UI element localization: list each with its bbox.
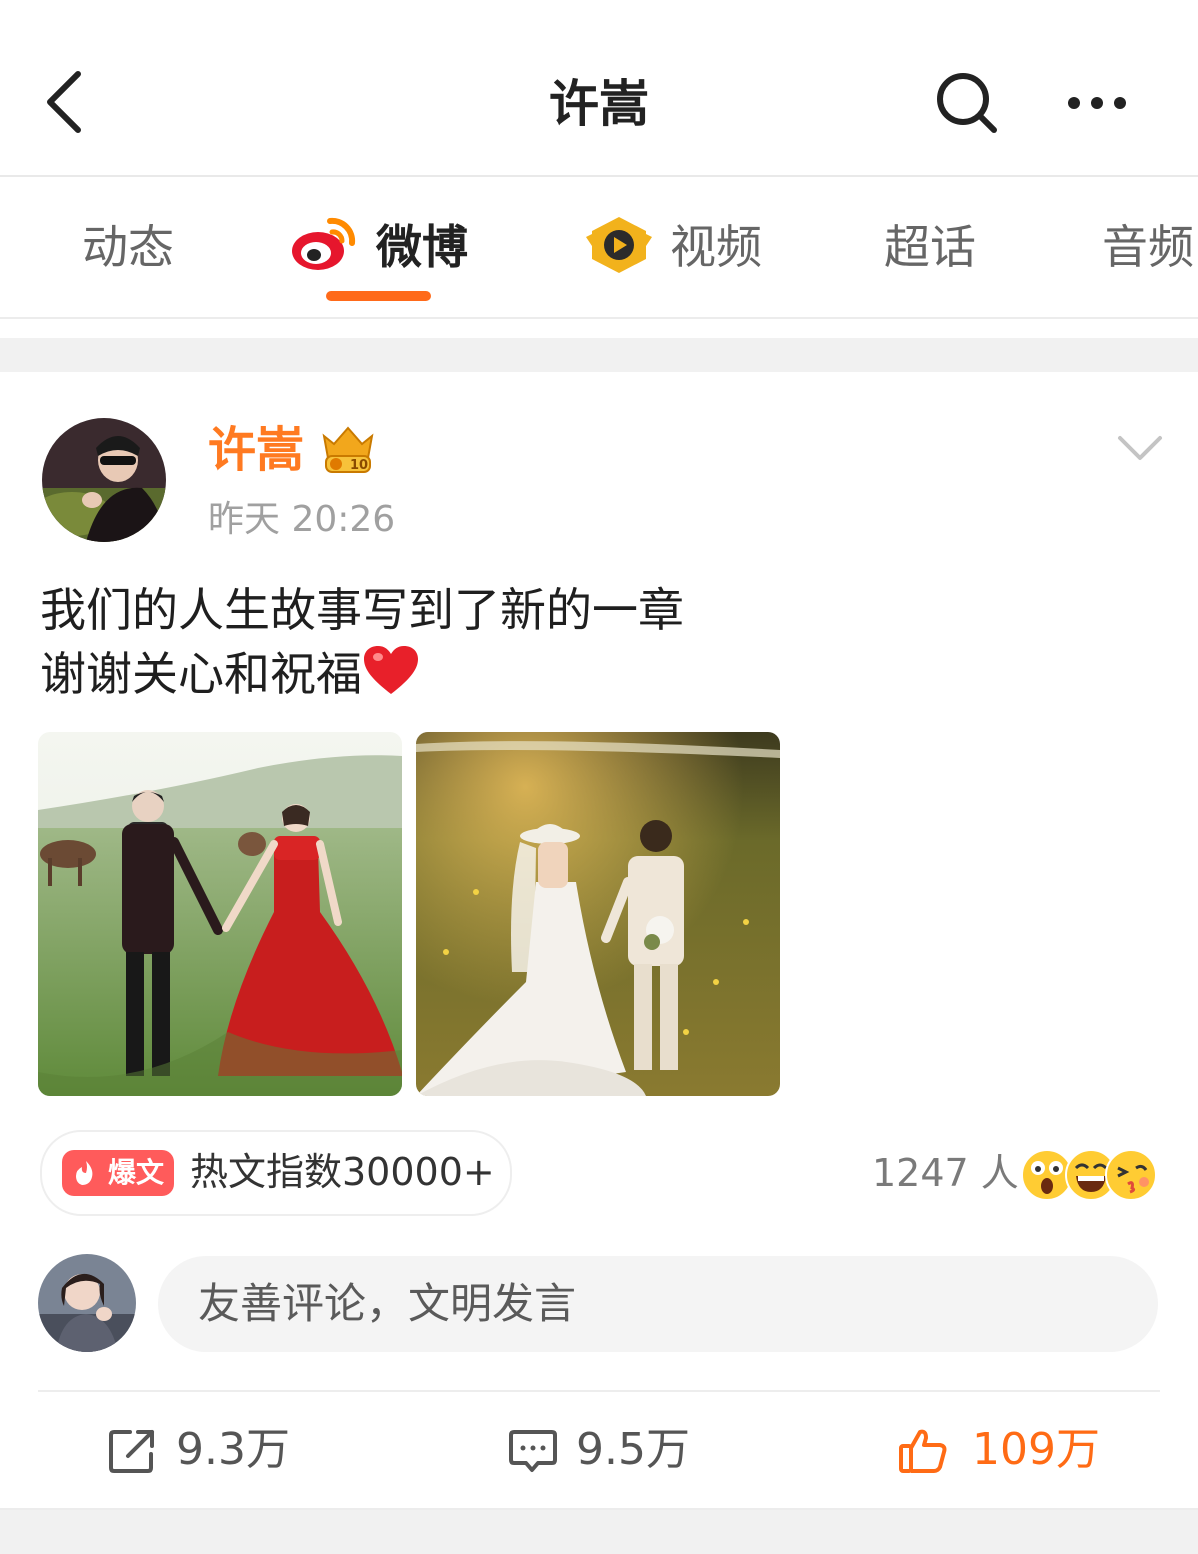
- feed-separator: [0, 1508, 1198, 1554]
- share-icon[interactable]: [108, 1428, 158, 1474]
- chevron-down-icon[interactable]: [1114, 428, 1166, 468]
- hot-index-text: 热文指数30000+: [190, 1150, 495, 1194]
- tab-dongtai[interactable]: 动态: [82, 217, 174, 277]
- weibo-logo-icon: [290, 213, 356, 273]
- tab-weibo[interactable]: 微博: [376, 217, 468, 277]
- divider: [38, 1390, 1160, 1392]
- more-icon[interactable]: [1062, 80, 1132, 126]
- video-logo-icon: [584, 215, 654, 275]
- vip-badge-icon: 10: [316, 422, 380, 476]
- my-avatar[interactable]: [38, 1254, 136, 1352]
- like-icon[interactable]: [898, 1428, 948, 1474]
- comment-input[interactable]: 友善评论，文明发言: [158, 1256, 1158, 1352]
- post-text-line-2: 谢谢关心和祝福: [40, 642, 684, 706]
- tab-video[interactable]: 视频: [670, 217, 762, 277]
- hot-article-badge[interactable]: 爆文 热文指数30000+: [40, 1130, 512, 1216]
- hot-tag-label: 爆文: [108, 1156, 165, 1189]
- tab-supertopic[interactable]: 超话: [884, 217, 976, 277]
- like-count[interactable]: 109万: [972, 1420, 1100, 1480]
- hot-tag: 爆文: [62, 1150, 174, 1196]
- heart-icon: [362, 644, 420, 698]
- search-icon[interactable]: [934, 70, 1000, 136]
- comment-placeholder: 友善评论，文明发言: [198, 1279, 577, 1328]
- tab-audio[interactable]: 音频: [1102, 217, 1194, 277]
- post-text-line-1: 我们的人生故事写到了新的一章: [40, 583, 684, 637]
- active-tab-indicator: [326, 291, 431, 301]
- post-image-1[interactable]: [38, 732, 402, 1096]
- svg-text:10: 10: [350, 458, 368, 473]
- share-count[interactable]: 9.3万: [176, 1420, 290, 1480]
- kiss-emoji-icon: [1104, 1148, 1158, 1202]
- section-divider: [0, 338, 1198, 372]
- post-text-line-2-text: 谢谢关心和祝福: [40, 647, 362, 701]
- post-image-2[interactable]: [416, 732, 780, 1096]
- comment-icon[interactable]: [508, 1428, 558, 1474]
- post-timestamp: 昨天 20:26: [208, 499, 396, 540]
- profile-tabs: 动态 微博 视频 超话 音频: [0, 177, 1198, 319]
- author-avatar[interactable]: [42, 418, 166, 542]
- page-title: 许嵩: [549, 75, 649, 133]
- reaction-count[interactable]: 1247 人: [872, 1148, 1019, 1198]
- author-name[interactable]: 许嵩: [208, 420, 304, 480]
- post-body: 我们的人生故事写到了新的一章 谢谢关心和祝福: [40, 578, 684, 706]
- comment-count[interactable]: 9.5万: [576, 1420, 690, 1480]
- flame-icon: [76, 1161, 93, 1185]
